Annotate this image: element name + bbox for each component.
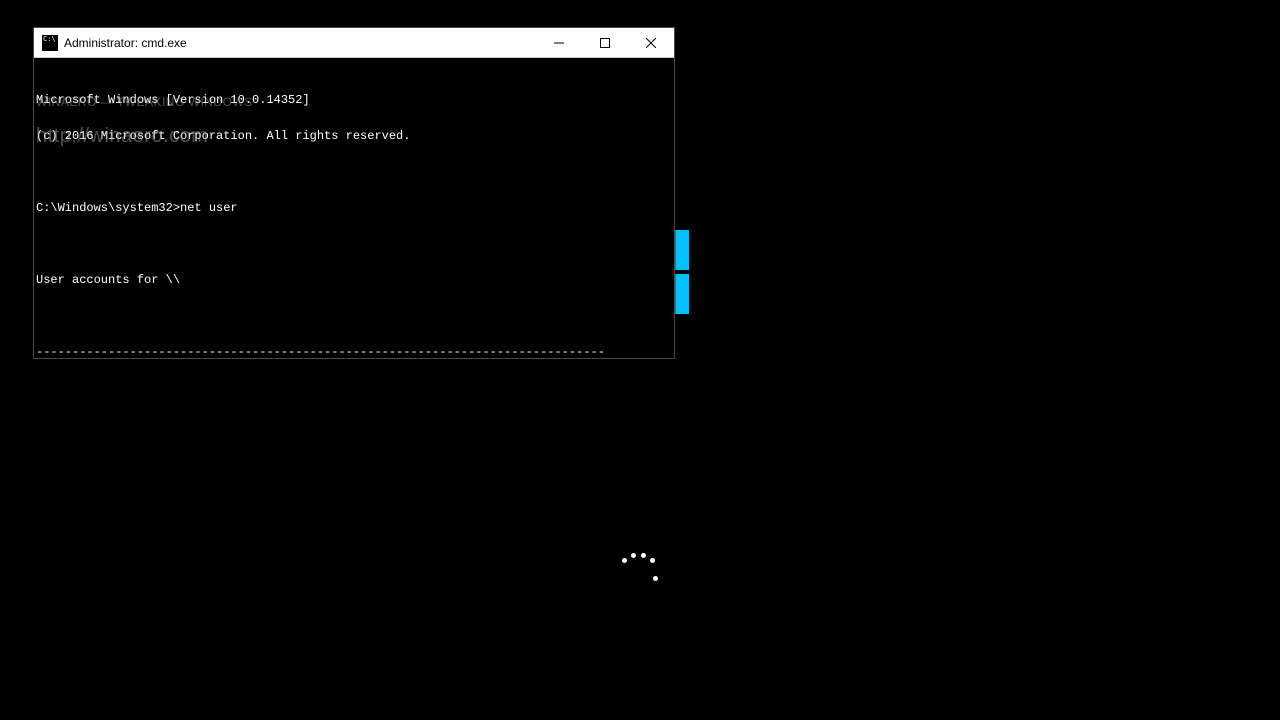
minimize-icon [554,38,564,48]
watermark: WINAERO — TWEAKING WINDOWS http://winaer… [36,72,336,166]
background-window-selection [675,230,689,314]
terminal-line: (c) 2016 Microsoft Corporation. All righ… [36,130,672,142]
terminal-line [36,166,672,178]
terminal-line: User accounts for \\ [36,274,672,286]
window-title: Administrator: cmd.exe [64,36,187,50]
selection-stripe [675,274,689,314]
minimize-button[interactable] [536,28,582,58]
spinner-dot [653,576,658,581]
spinner-dot [650,558,655,563]
close-icon [646,38,656,48]
terminal-output[interactable]: WINAERO — TWEAKING WINDOWS http://winaer… [34,58,674,358]
terminal-line: C:\Windows\system32>net user [36,202,672,214]
terminal-line [36,238,672,250]
selection-stripe [675,230,689,270]
close-button[interactable] [628,28,674,58]
cmd-window[interactable]: Administrator: cmd.exe WINAERO — TWEAKIN… [33,27,675,359]
spinner-dot [641,553,646,558]
maximize-icon [600,38,610,48]
titlebar[interactable]: Administrator: cmd.exe [34,28,674,58]
cmd-icon [42,35,58,51]
loading-spinner [618,548,662,592]
terminal-line: ----------------------------------------… [36,346,672,358]
maximize-button[interactable] [582,28,628,58]
terminal-line [36,310,672,322]
spinner-dot [622,558,627,563]
terminal-line: Microsoft Windows [Version 10.0.14352] [36,94,672,106]
spinner-dot [631,553,636,558]
